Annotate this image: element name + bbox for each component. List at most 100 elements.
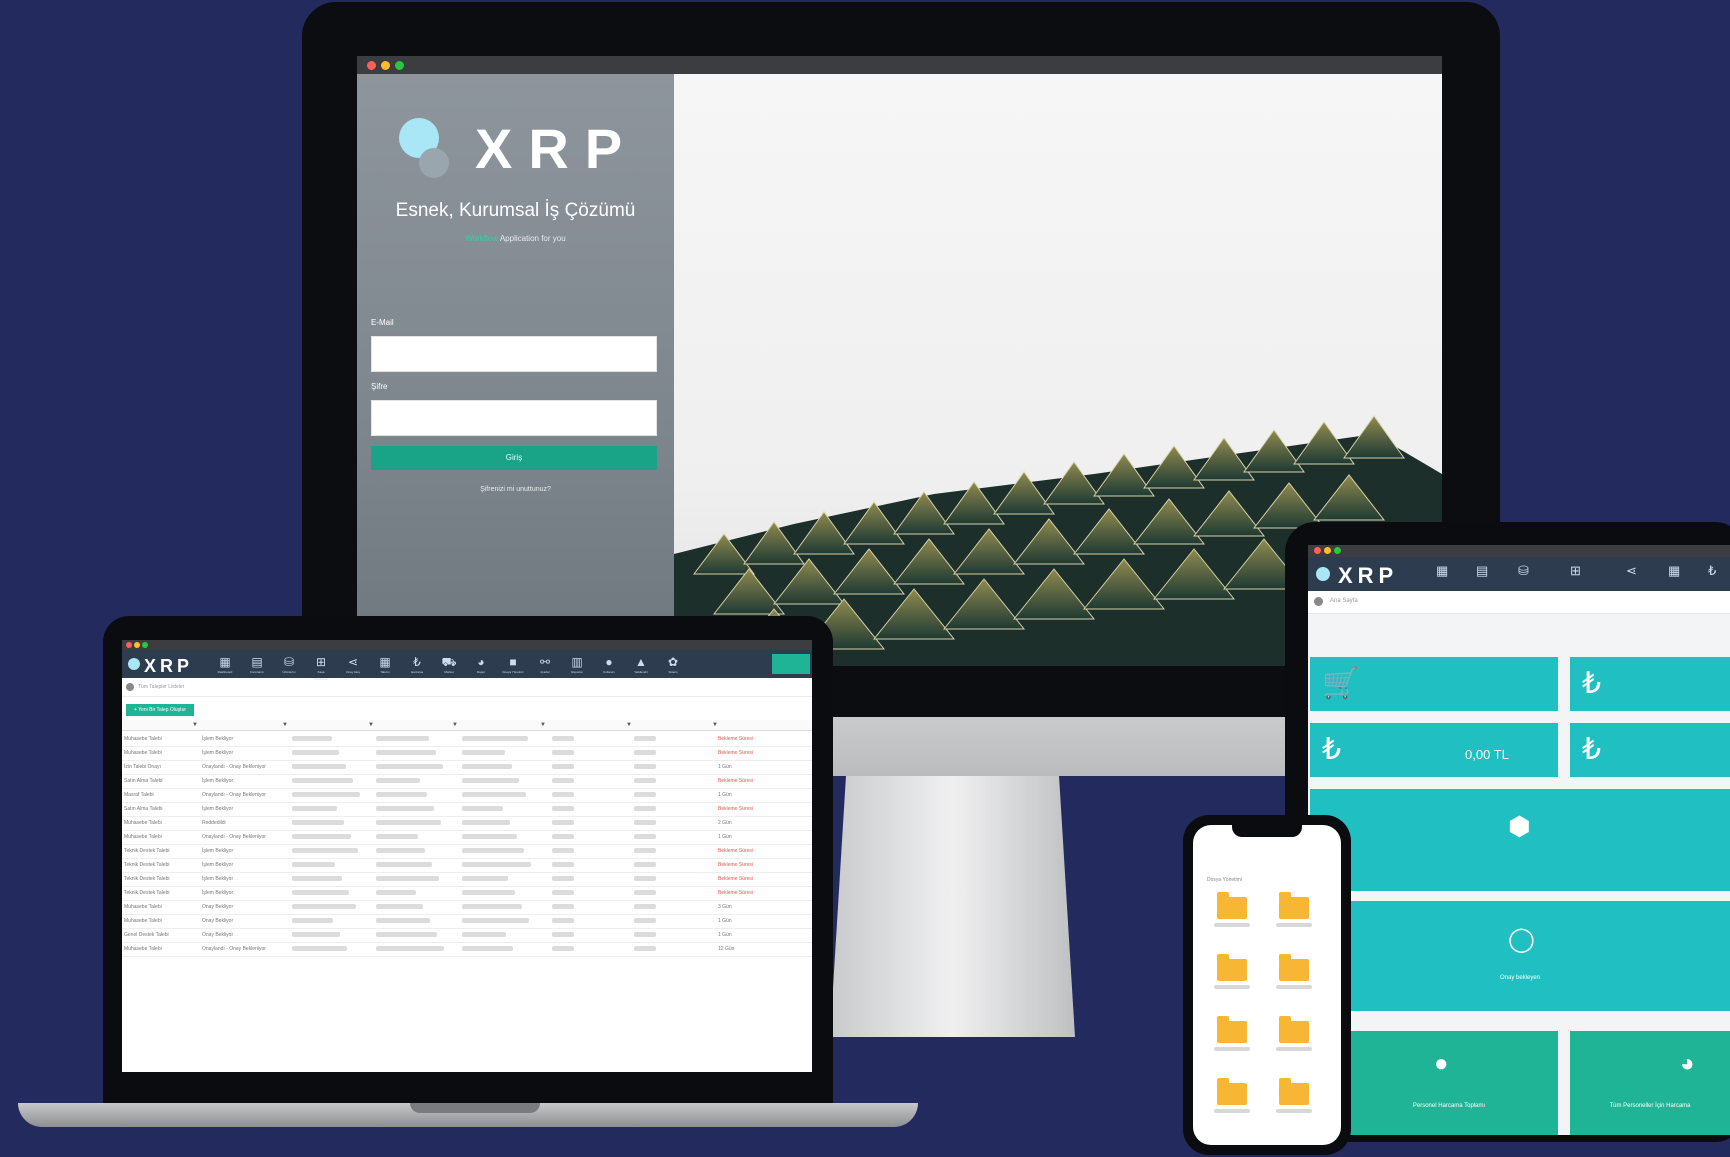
maximize-window-dot[interactable]	[142, 642, 148, 648]
breadcrumb[interactable]: Tüm Talepler Listeler	[138, 684, 184, 690]
table-row[interactable]: Masraf Talebi Onaylandı - Onay Bekleniyor…	[122, 788, 812, 803]
blurred-cell	[292, 876, 342, 881]
nav-item[interactable]: ₺ Harcama	[406, 656, 428, 675]
nav-item[interactable]: ▦ Takvim	[374, 656, 396, 675]
tile-approvals[interactable]: ◯ Onay bekleyen	[1310, 901, 1730, 1011]
blurred-cell	[292, 890, 349, 895]
tile-revenue[interactable]: ₺	[1570, 657, 1730, 711]
dashboard-icon[interactable]: ▦	[1436, 563, 1448, 579]
filter-icon[interactable]: ▼	[712, 722, 718, 728]
folder-icon[interactable]	[1217, 1016, 1247, 1043]
nav-item[interactable]: ⋖ Onay Akış	[342, 656, 364, 675]
close-window-dot[interactable]	[367, 61, 376, 70]
calendar-icon[interactable]: ▦	[1668, 563, 1680, 579]
minimize-window-dot[interactable]	[381, 61, 390, 70]
tile-personal-expense[interactable]: ● Personel Harcama Toplamı	[1340, 1031, 1558, 1135]
table-row[interactable]: Teknik Destek Talebi İşlem Bekliyor Beklem…	[122, 872, 812, 887]
filter-icon[interactable]: ▼	[192, 722, 198, 728]
close-window-dot[interactable]	[1314, 547, 1321, 554]
table-row[interactable]: Muhasebe Talebi Onay Bekliyor 3 Gün	[122, 900, 812, 915]
nav-item[interactable]: ▤ Formlarım	[246, 656, 268, 675]
nav-item[interactable]: ■ Dosya Yönetimi	[502, 656, 524, 675]
table-cell: Onaylandı - Onay Bekleniyor	[202, 764, 266, 770]
table-row[interactable]: Satın Alma Talebi İşlem Bekliyor Bekleme S…	[122, 774, 812, 789]
filter-icon[interactable]: ▼	[368, 722, 374, 728]
login-button[interactable]: Giriş	[371, 446, 657, 470]
minimize-window-dot[interactable]	[1324, 547, 1331, 554]
table-row[interactable]: Teknik Destek Talebi İşlem Bekliyor Beklem…	[122, 886, 812, 901]
nav-item[interactable]: ✿ Sistem	[662, 656, 684, 675]
maximize-window-dot[interactable]	[1334, 547, 1341, 554]
folder-caption	[1276, 985, 1312, 989]
filter-icon[interactable]: ▼	[282, 722, 288, 728]
nav-item[interactable]: ◕ Rapor	[470, 656, 492, 675]
window-titlebar	[357, 56, 1442, 74]
table-row[interactable]: Muhasebe Talebi Onaylandı - Onay Bekleniy…	[122, 942, 812, 957]
blurred-cell	[462, 806, 503, 811]
profile-button[interactable]	[772, 654, 810, 674]
filter-icon[interactable]: ▼	[626, 722, 632, 728]
nav-item[interactable]: ● Kullanıcı	[598, 656, 620, 675]
tile-products[interactable]: ⬢	[1310, 789, 1730, 891]
breadcrumb[interactable]: Ana Sayfa	[1330, 598, 1358, 604]
table-row[interactable]: Satın Alma Talebi İşlem Bekliyor Bekleme S…	[122, 802, 812, 817]
nav-item[interactable]: ⚯ Ayarlar	[534, 656, 556, 675]
tile-all-title: Tüm Personeller İçin Harcama	[1609, 1103, 1691, 1109]
nav-item-label: Takvim	[380, 670, 390, 674]
table-row[interactable]: Teknik Destek Talebi İşlem Bekliyor Beklem…	[122, 858, 812, 873]
folder-icon[interactable]	[1279, 1078, 1309, 1105]
folder-icon[interactable]	[1279, 954, 1309, 981]
maximize-window-dot[interactable]	[395, 61, 404, 70]
tile-expense[interactable]: ₺	[1570, 723, 1730, 777]
nav-item[interactable]: ▥ Raporlar	[566, 656, 588, 675]
folder-icon[interactable]	[1217, 954, 1247, 981]
bars-icon: ▥	[571, 655, 583, 669]
share-icon[interactable]: ⋖	[1626, 563, 1637, 579]
table-row[interactable]: Genel Destek Talebi Onay Bekliyor 1 Gün	[122, 928, 812, 943]
email-field[interactable]	[371, 336, 657, 372]
table-row[interactable]: Muhasebe Talebi İşlem Bekliyor Bekleme Sür…	[122, 746, 812, 761]
table-cell: Bekleme Süresi	[718, 806, 754, 812]
folder-icon[interactable]	[1279, 892, 1309, 919]
nav-item[interactable]: ▦ Dashboard	[214, 656, 236, 675]
table-row[interactable]: Muhasebe Talebi İşlem Bekliyor Bekleme Sür…	[122, 732, 812, 747]
table-cell: Teknik Destek Talebi	[124, 890, 170, 896]
blurred-cell	[552, 848, 574, 853]
table-row[interactable]: Muhasebe Talebi Onay Bekliyor 1 Gün	[122, 914, 812, 929]
folder-icon[interactable]	[1217, 892, 1247, 919]
blurred-cell	[292, 932, 340, 937]
table-cell: Onay Bekliyor	[202, 904, 234, 910]
grid-icon[interactable]: ⊞	[1570, 563, 1581, 579]
table-row[interactable]: Muhasebe Talebi Onaylandı - Onay Bekleniy…	[122, 830, 812, 845]
close-window-dot[interactable]	[126, 642, 132, 648]
table-row[interactable]: Muhasebe Talebi Reddedildi 2 Gün	[122, 816, 812, 831]
table-row[interactable]: İzin Talebi Onayı Onaylandı - Onay Beklen…	[122, 760, 812, 775]
document-icon[interactable]: ▤	[1476, 563, 1488, 579]
blurred-cell	[634, 834, 656, 839]
chart-icon: ◕	[477, 655, 485, 669]
user-icon: ●	[605, 655, 613, 669]
nav-item-label: Rapor	[476, 670, 486, 674]
table-cell: İzin Talebi Onayı	[124, 764, 161, 770]
folder-icon[interactable]	[1279, 1016, 1309, 1043]
tile-orders[interactable]: 🛒	[1310, 657, 1558, 711]
nav-item[interactable]: ▲ Yetkilendir	[630, 656, 652, 675]
password-field[interactable]	[371, 400, 657, 436]
forgot-password-link[interactable]: Şifrenizi mi unuttunuz?	[357, 486, 674, 493]
tile-balance[interactable]: ₺ 0,00 TL	[1310, 723, 1558, 777]
table-cell: Onay Bekliyor	[202, 918, 234, 924]
filter-icon[interactable]: ▼	[540, 722, 546, 728]
folder-icon[interactable]	[1217, 1078, 1247, 1105]
tile-person-title: Personel Harcama Toplamı	[1412, 1103, 1486, 1109]
basket-icon[interactable]: ⛁	[1518, 563, 1529, 579]
blurred-cell	[634, 736, 656, 741]
filter-icon[interactable]: ▼	[452, 722, 458, 728]
lira-icon[interactable]: ₺	[1708, 563, 1716, 579]
add-request-button[interactable]: + Yeni Bir Talep Oluştur	[126, 704, 194, 716]
tile-all-expense[interactable]: ◕ Tüm Personeller İçin Harcama	[1570, 1031, 1730, 1135]
table-row[interactable]: Teknik Destek Talebi İşlem Bekliyor Beklem…	[122, 844, 812, 859]
nav-item[interactable]: ⛟ Market	[438, 656, 460, 675]
subtagline-link[interactable]: Workflow	[465, 234, 498, 243]
nav-item[interactable]: ⛁ Ürünlerim	[278, 656, 300, 675]
minimize-window-dot[interactable]	[134, 642, 140, 648]
